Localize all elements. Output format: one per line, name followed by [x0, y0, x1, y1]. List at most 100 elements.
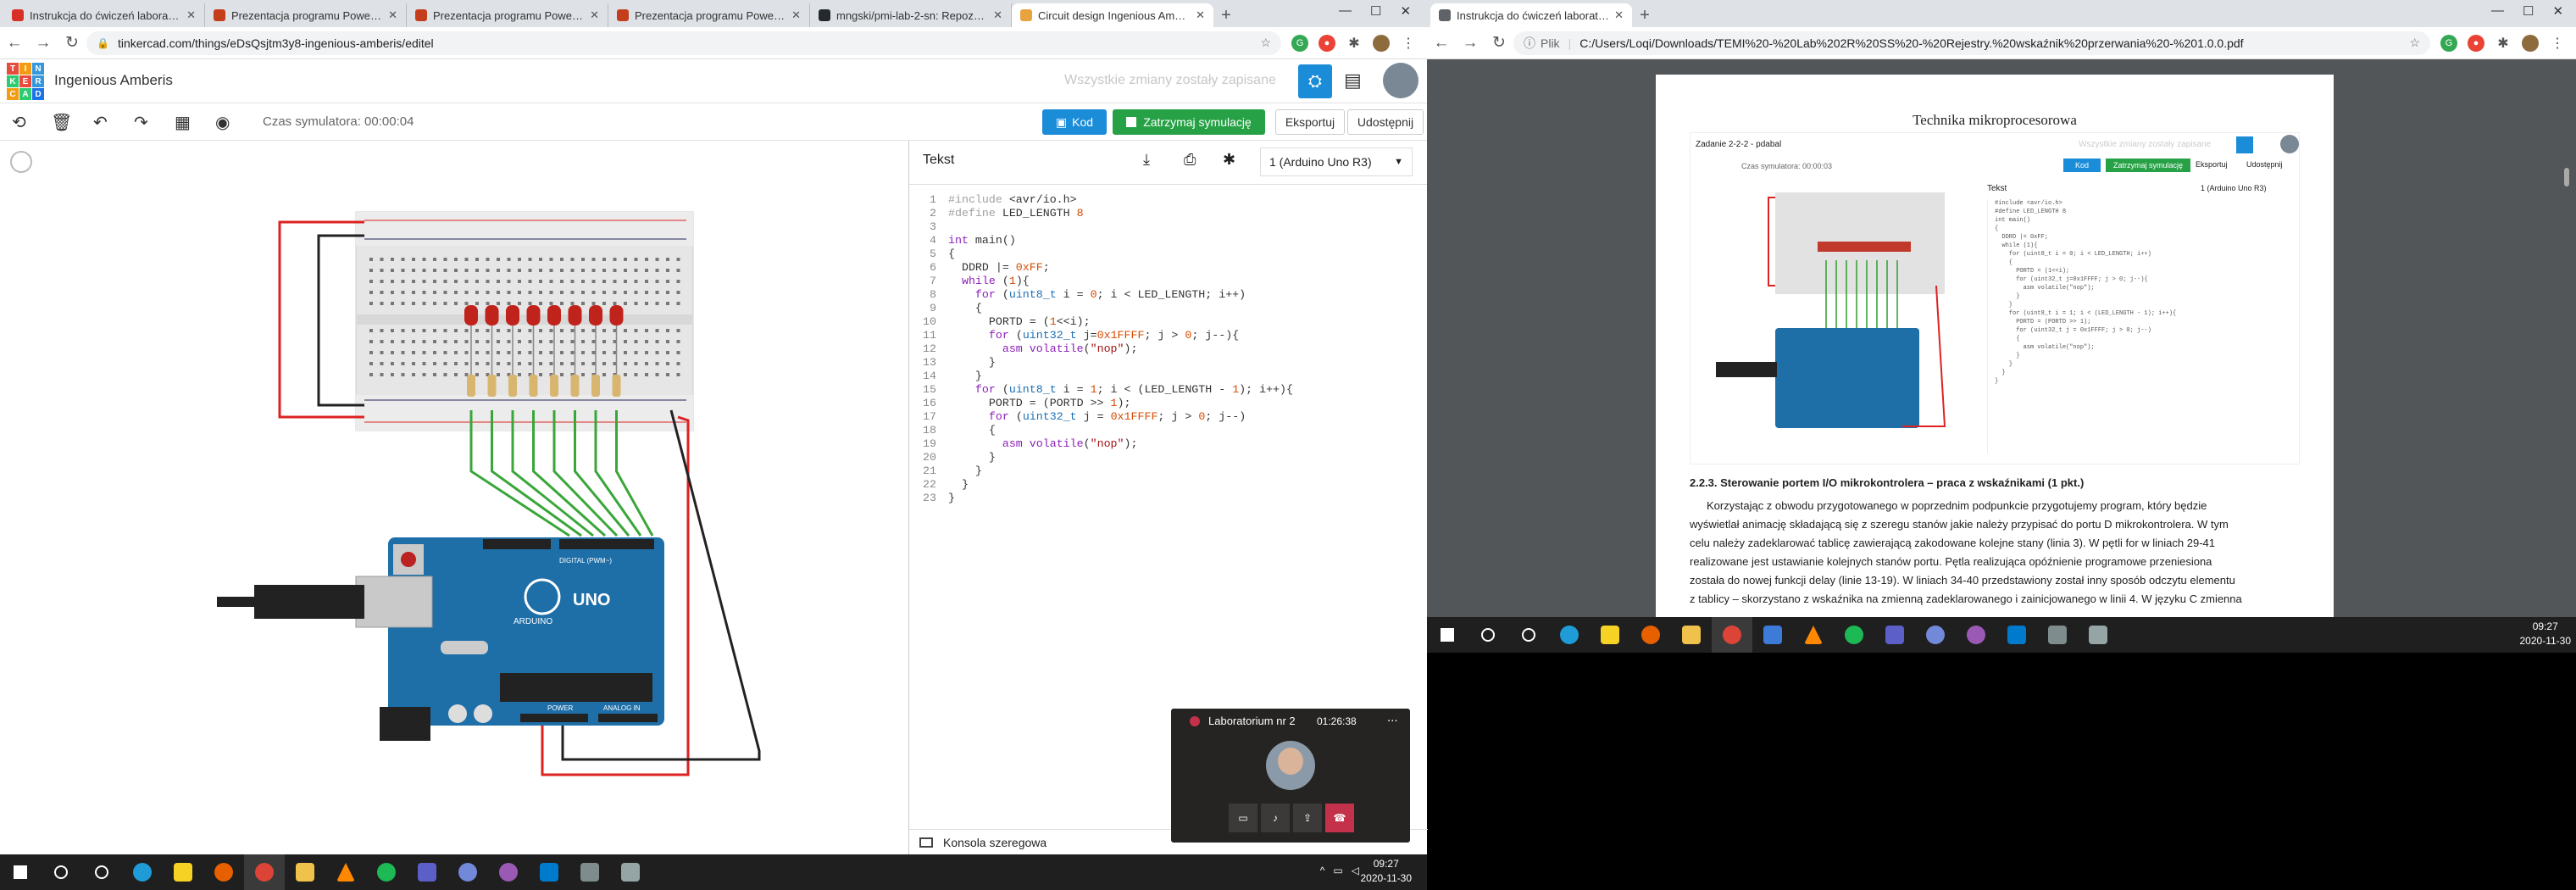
star-icon[interactable]: ☆ — [2409, 36, 2420, 50]
menu-icon[interactable]: ⋮ — [2549, 35, 2566, 52]
code-line[interactable]: asm volatile("nop"); — [948, 342, 1138, 356]
app-icon[interactable] — [569, 854, 610, 890]
tab-close-icon[interactable]: ✕ — [1614, 8, 1624, 22]
stop-simulation-button[interactable]: Zatrzymaj symulację — [1113, 109, 1265, 135]
code-line[interactable]: { — [948, 248, 955, 261]
led[interactable] — [547, 305, 561, 325]
discord-icon[interactable] — [1915, 617, 1956, 653]
chrome-icon[interactable] — [244, 854, 285, 890]
camera-icon[interactable]: ▭ — [1229, 804, 1257, 832]
teams-call-window[interactable]: Laboratorium nr 2 01:26:38 ... ▭ ♪ ⇪ ☎ — [1171, 709, 1410, 843]
share-button[interactable]: Udostępnij — [1347, 109, 1424, 135]
extension-icon[interactable]: ● — [2468, 34, 2484, 52]
code-line[interactable]: for (uint32_t j=0x1FFFF; j > 0; j--){ — [948, 329, 1239, 342]
resistor[interactable] — [591, 375, 600, 397]
close-icon[interactable]: ✕ — [1400, 3, 1411, 19]
debug-icon[interactable]: ✱ — [1223, 151, 1235, 169]
spotify-icon[interactable] — [1834, 617, 1874, 653]
code-line[interactable]: } — [948, 356, 996, 370]
task-view-icon[interactable] — [81, 854, 122, 890]
led[interactable] — [506, 305, 519, 325]
browser-tab[interactable]: Prezentacja programu PowerPoi ✕ — [608, 3, 810, 27]
code-line[interactable]: { — [948, 302, 982, 315]
code-line[interactable]: asm volatile("nop"); — [948, 437, 1138, 451]
code-line[interactable]: { — [948, 424, 996, 437]
close-icon[interactable]: ✕ — [2552, 3, 2563, 19]
browser-tab[interactable]: Circuit design Ingenious Amberis ✕ — [1012, 3, 1213, 27]
app-icon[interactable] — [488, 854, 529, 890]
sticky-notes-icon[interactable] — [163, 854, 203, 890]
led[interactable] — [526, 305, 541, 325]
redo-icon[interactable]: ↷ — [134, 112, 148, 133]
url-field[interactable]: ⓘ Plik | C:/Users/Loqi/Downloads/TEMI%20… — [1513, 31, 2430, 55]
new-tab-button[interactable]: + — [1213, 3, 1239, 27]
code-line[interactable]: for (uint8_t i = 0; i < LED_LENGTH; i++) — [948, 288, 1246, 302]
chrome-icon[interactable] — [1712, 617, 1752, 653]
code-line[interactable]: } — [948, 451, 996, 464]
browser-tab[interactable]: Instrukcja do ćwiczeń laboratoryjn ✕ — [1430, 3, 1632, 27]
star-icon[interactable]: ☆ — [1260, 36, 1271, 50]
code-line[interactable]: } — [948, 478, 969, 492]
task-view-icon[interactable] — [1508, 617, 1549, 653]
edge-icon[interactable] — [1549, 617, 1590, 653]
led[interactable] — [568, 305, 582, 325]
usb-cable[interactable] — [254, 585, 364, 619]
minimize-icon[interactable]: — — [1339, 3, 1352, 19]
code-line[interactable]: PORTD = (PORTD >> 1); — [948, 397, 1131, 410]
discord-icon[interactable] — [447, 854, 488, 890]
maximize-icon[interactable]: ☐ — [1370, 3, 1381, 19]
sticky-notes-icon[interactable] — [1590, 617, 1630, 653]
app-icon[interactable] — [2078, 617, 2118, 653]
vlc-icon[interactable] — [325, 854, 366, 890]
led[interactable] — [464, 305, 478, 325]
hang-up-icon[interactable]: ☎ — [1325, 804, 1354, 832]
resistor[interactable] — [508, 375, 517, 397]
tab-close-icon[interactable]: ✕ — [993, 8, 1002, 22]
app-icon[interactable] — [1752, 617, 1793, 653]
avatar[interactable] — [1373, 34, 1390, 52]
vscode-icon[interactable] — [529, 854, 569, 890]
code-line[interactable]: } — [948, 370, 982, 383]
browser-tab[interactable]: mngski/pmi-lab-2-sn: Repozytori ✕ — [810, 3, 1012, 27]
code-line[interactable]: } — [948, 492, 955, 505]
explorer-icon[interactable] — [1671, 617, 1712, 653]
delete-icon[interactable]: 🗑 — [51, 112, 72, 133]
resistor[interactable] — [550, 375, 558, 397]
new-tab-button[interactable]: + — [1632, 3, 1657, 27]
search-icon[interactable] — [41, 854, 81, 890]
menu-icon[interactable]: ⋮ — [1400, 35, 1417, 52]
reload-icon[interactable]: ↻ — [58, 33, 86, 53]
tinkercad-logo[interactable]: TIN KER CAD — [7, 63, 44, 100]
teams-icon[interactable] — [407, 854, 447, 890]
circuit-workspace[interactable]: ARDUINO UNO DIGITAL (PWM~) POWER ANALOG … — [0, 141, 908, 854]
windows-start-icon[interactable] — [1427, 617, 1468, 653]
circuit-view-button[interactable]: ⛭ — [1298, 64, 1332, 98]
firefox-icon[interactable] — [203, 854, 244, 890]
network-icon[interactable]: ▭ — [1333, 865, 1342, 876]
browser-tab[interactable]: Prezentacja programu PowerPoi ✕ — [205, 3, 407, 27]
design-name[interactable]: Ingenious Amberis — [54, 72, 173, 89]
resistor[interactable] — [612, 375, 621, 397]
code-mode[interactable]: Tekst — [923, 153, 954, 168]
forward-icon[interactable]: → — [29, 34, 58, 53]
resistor[interactable] — [467, 375, 475, 397]
power-wire[interactable] — [278, 220, 364, 419]
resistor[interactable] — [570, 375, 580, 397]
code-line[interactable]: int main() — [948, 234, 1016, 248]
puzzle-icon[interactable]: ✱ — [2495, 35, 2512, 52]
resistor[interactable] — [487, 375, 497, 397]
extension-icon[interactable]: G — [2440, 34, 2457, 52]
browser-tab[interactable]: Prezentacja programu PowerPoi ✕ — [407, 3, 608, 27]
code-line[interactable]: DDRD |= 0xFF; — [948, 261, 1050, 275]
share-screen-icon[interactable]: ⇪ — [1293, 804, 1322, 832]
download-icon[interactable]: ⤓ — [1143, 151, 1150, 169]
scrollbar-thumb[interactable] — [2564, 168, 2569, 186]
visibility-icon[interactable]: ◉ — [215, 112, 230, 133]
export-button[interactable]: Eksportuj — [1275, 109, 1345, 135]
code-line[interactable]: while (1){ — [948, 275, 1030, 288]
tab-close-icon[interactable]: ✕ — [590, 8, 599, 22]
more-icon[interactable]: ... — [1387, 710, 1398, 725]
clock[interactable]: 09:27 2020-11-30 — [2520, 620, 2572, 648]
back-icon[interactable]: ← — [1427, 34, 1456, 53]
vlc-icon[interactable] — [1793, 617, 1834, 653]
